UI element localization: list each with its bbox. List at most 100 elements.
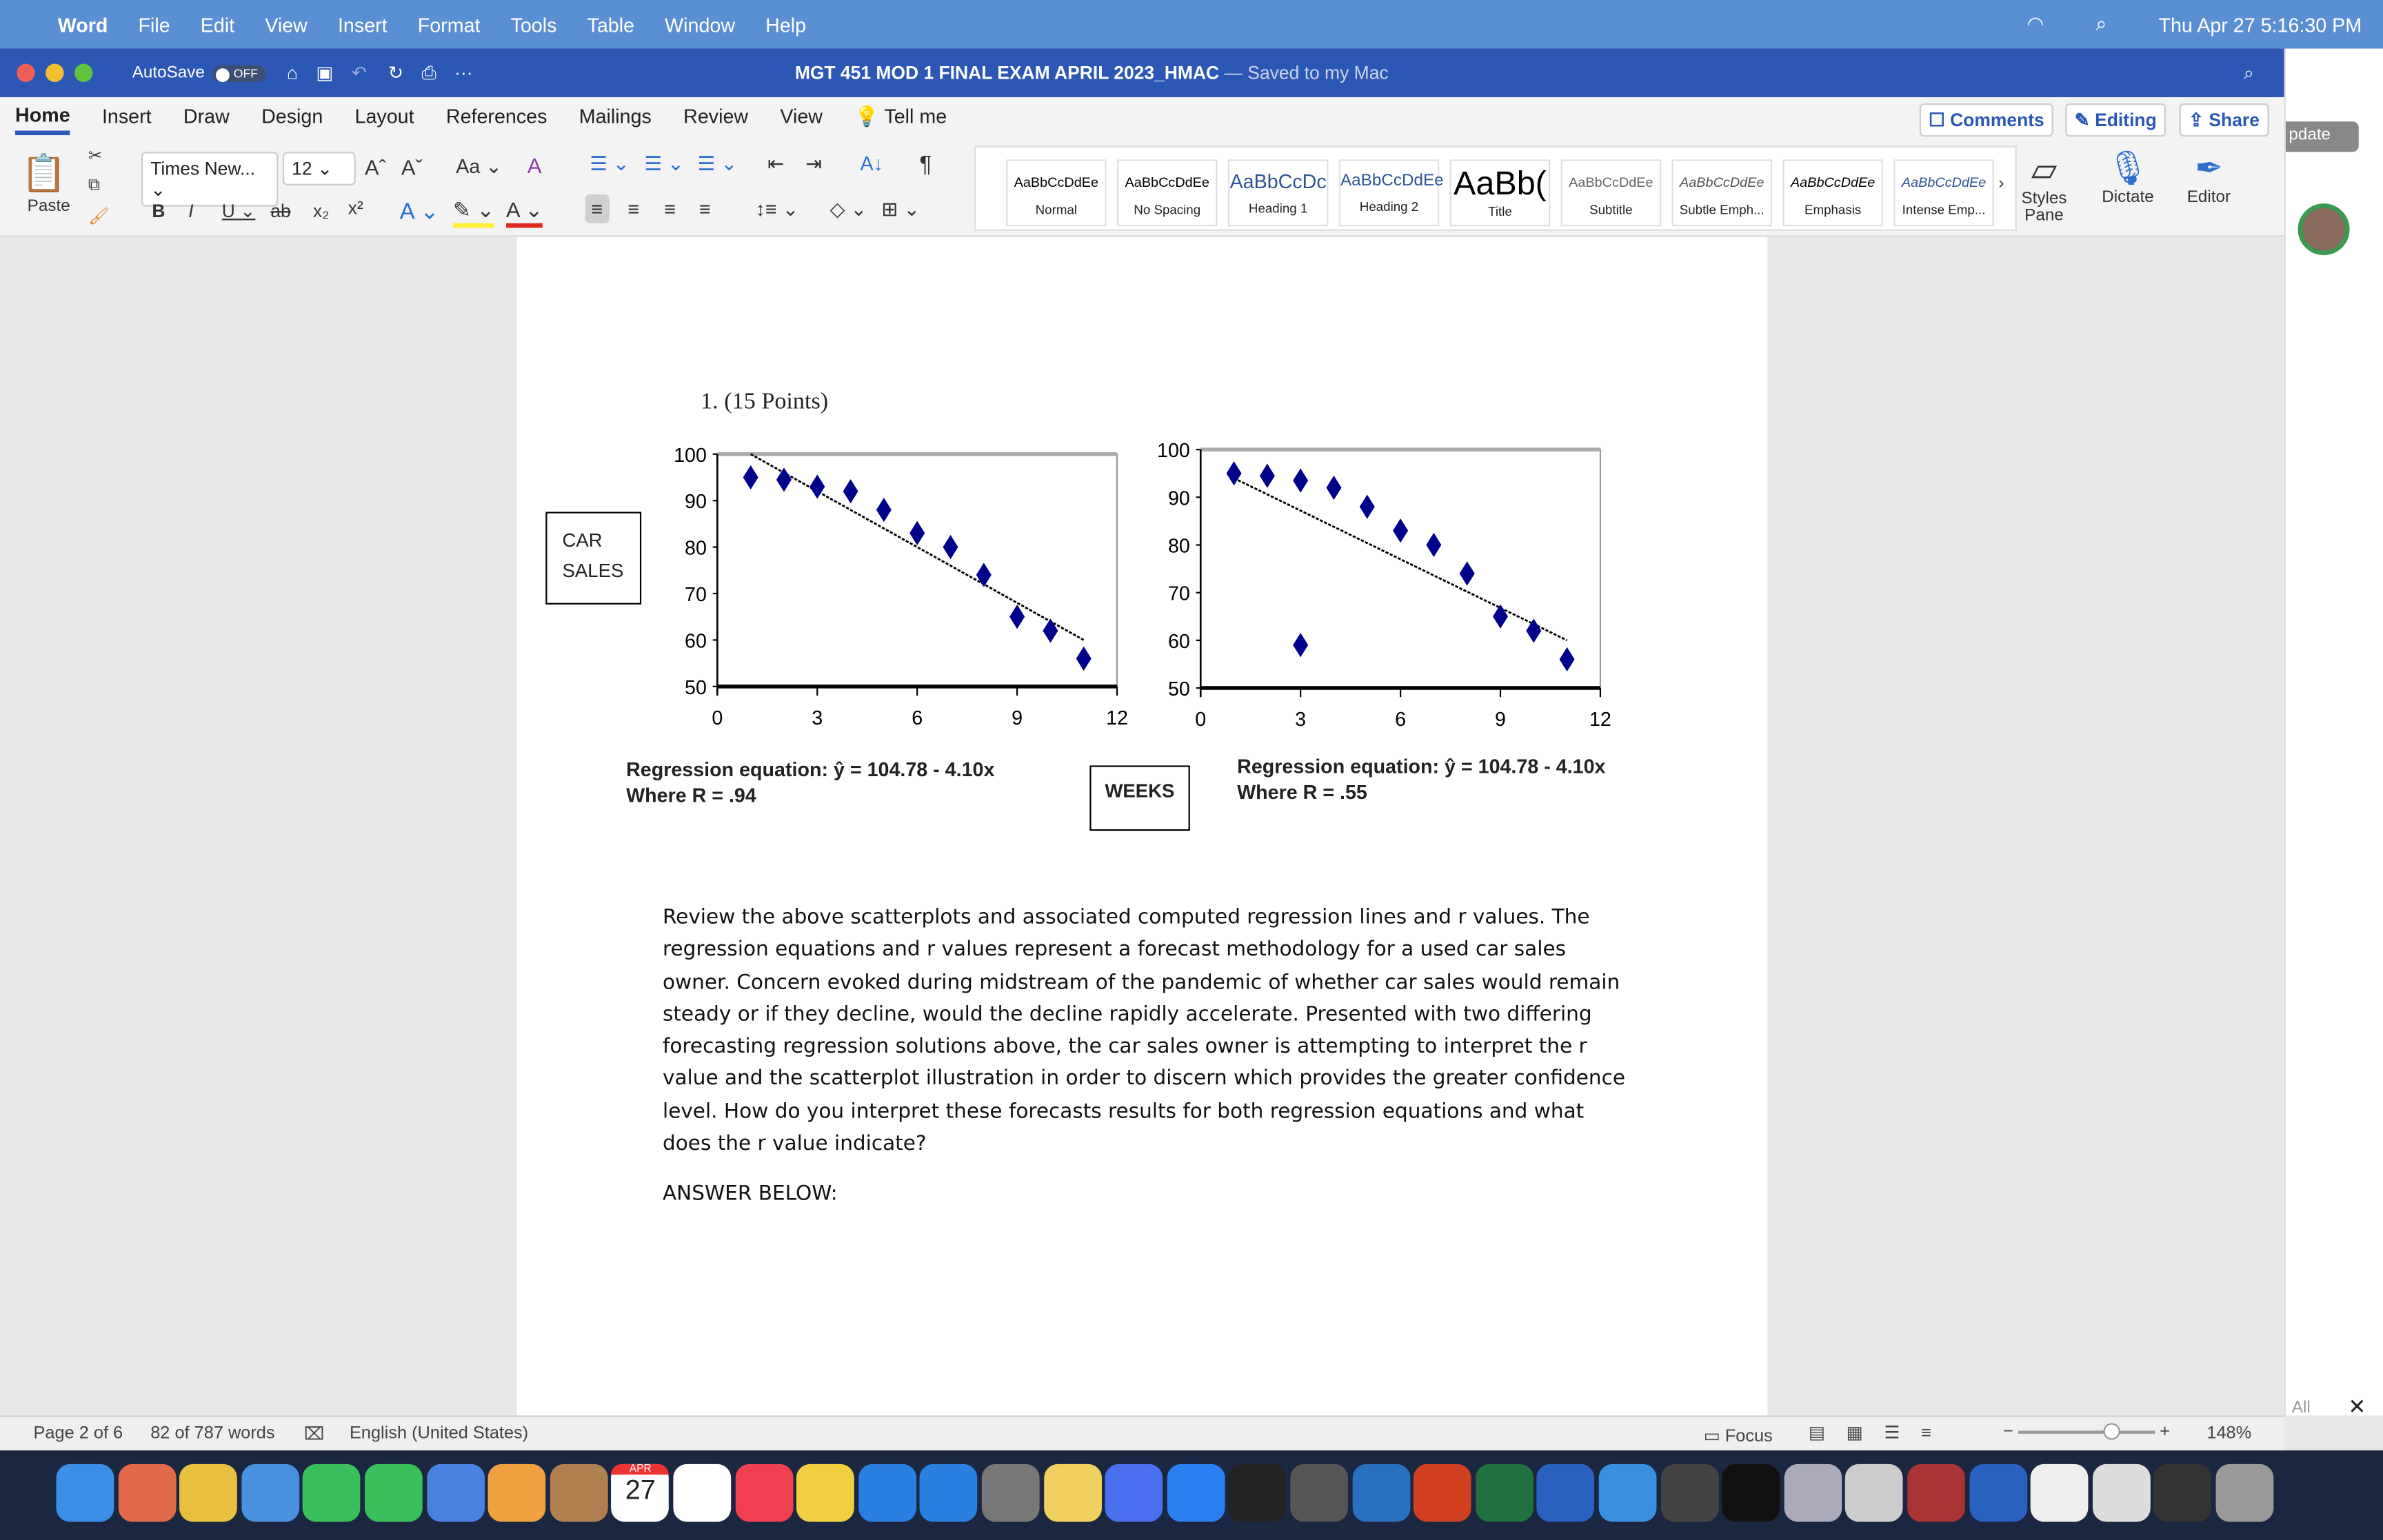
tab-review[interactable]: Review: [683, 105, 748, 132]
font-name-select[interactable]: Times New... ⌄: [141, 152, 279, 207]
tab-home[interactable]: Home: [15, 103, 70, 134]
dock-app-icon[interactable]: [1228, 1463, 1287, 1522]
wifi-icon[interactable]: ◠: [2027, 12, 2044, 37]
style-heading-1[interactable]: AaBbCcDc Heading 1: [1227, 159, 1329, 227]
change-case-button[interactable]: Aa ⌄: [456, 155, 502, 179]
align-left-button[interactable]: ≡: [585, 194, 609, 223]
menu-insert[interactable]: Insert: [338, 13, 388, 36]
language[interactable]: English (United States): [350, 1425, 528, 1443]
menu-table[interactable]: Table: [587, 13, 634, 36]
align-center-button[interactable]: ≡: [627, 197, 639, 220]
copy-icon[interactable]: ⧉: [88, 176, 100, 196]
text-effects-button[interactable]: A ⌄: [400, 197, 439, 225]
dock-app-icon[interactable]: [364, 1463, 423, 1522]
numbering-button[interactable]: ☰ ⌄: [645, 152, 685, 176]
clock[interactable]: Thu Apr 27 5:16:30 PM: [2158, 13, 2362, 36]
document-page[interactable]: 1. (15 Points) CAR SALES WEEKS 50 60 70 80 90…: [516, 236, 1768, 1416]
highlight-button[interactable]: ✎ ⌄: [452, 197, 495, 228]
menu-format[interactable]: Format: [418, 13, 481, 36]
close-window-button[interactable]: [17, 63, 35, 82]
undo-icon[interactable]: ↶: [352, 62, 367, 83]
tab-mailings[interactable]: Mailings: [579, 105, 652, 132]
dock-app-icon[interactable]: [1475, 1463, 1534, 1522]
tell-me[interactable]: 💡 Tell me: [854, 104, 947, 133]
dock-app-icon[interactable]: [303, 1463, 361, 1522]
dock-app-icon[interactable]: [1167, 1463, 1225, 1522]
dock-app-icon[interactable]: [1845, 1463, 1904, 1522]
menu-app[interactable]: Word: [58, 13, 108, 36]
minimize-window-button[interactable]: [46, 63, 64, 82]
save-icon[interactable]: ▣: [316, 62, 333, 83]
multilevel-list-button[interactable]: ☰ ⌄: [698, 152, 738, 176]
dock-app-icon[interactable]: [1290, 1463, 1349, 1522]
close-icon[interactable]: ✕: [2348, 1395, 2366, 1420]
dock-app-icon[interactable]: [858, 1463, 916, 1522]
menu-edit[interactable]: Edit: [201, 13, 234, 36]
justify-button[interactable]: ≡: [699, 197, 711, 220]
autosave-toggle[interactable]: OFF: [212, 64, 266, 81]
bold-button[interactable]: B: [152, 201, 165, 222]
dock-app-icon[interactable]: [2215, 1463, 2274, 1522]
zoom-level[interactable]: 148%: [2206, 1425, 2251, 1443]
zoom-window-button[interactable]: [74, 63, 93, 82]
tab-layout[interactable]: Layout: [355, 105, 414, 132]
avatar[interactable]: [2297, 203, 2350, 256]
update-button[interactable]: pdate: [2285, 121, 2359, 152]
grow-font-icon[interactable]: Aˆ: [365, 155, 386, 179]
dock-app-icon[interactable]: [241, 1463, 299, 1522]
tab-view[interactable]: View: [780, 105, 823, 132]
proofing-icon[interactable]: ⌧: [304, 1423, 324, 1444]
comments-button[interactable]: ☐ Comments: [1919, 103, 2053, 137]
dock-app-icon[interactable]: [1660, 1463, 1718, 1522]
word-count[interactable]: 82 of 787 words: [150, 1425, 274, 1443]
paste-button[interactable]: 📋: [21, 152, 67, 196]
borders-button[interactable]: ⊞ ⌄: [881, 197, 920, 221]
dock-app-icon[interactable]: [981, 1463, 1040, 1522]
shading-button[interactable]: ◇ ⌄: [829, 197, 867, 221]
search-icon[interactable]: ⌕: [2095, 12, 2107, 37]
align-right-button[interactable]: ≡: [664, 197, 676, 220]
dock-app-icon[interactable]: APR 27: [611, 1463, 670, 1522]
menu-window[interactable]: Window: [665, 13, 735, 36]
dock-app-icon[interactable]: [426, 1463, 485, 1522]
tab-design[interactable]: Design: [261, 105, 323, 132]
clear-formatting-icon[interactable]: A: [527, 154, 542, 178]
menu-help[interactable]: Help: [765, 13, 806, 36]
dock-app-icon[interactable]: [56, 1463, 114, 1522]
dock-app-icon[interactable]: [920, 1463, 978, 1522]
dock-app-icon[interactable]: [2031, 1463, 2089, 1522]
dock-app-icon[interactable]: [1043, 1463, 1102, 1522]
dock-app-icon[interactable]: [118, 1463, 176, 1522]
page-count[interactable]: Page 2 of 6: [33, 1425, 123, 1443]
decrease-indent-button[interactable]: ⇤: [767, 152, 784, 176]
view-buttons[interactable]: ▤▦☰≡: [1809, 1421, 1953, 1443]
dictate-button[interactable]: 🎙 Dictate: [2102, 149, 2153, 207]
dock-app-icon[interactable]: [487, 1463, 546, 1522]
bullets-button[interactable]: ☰ ⌄: [590, 152, 630, 176]
styles-pane-button[interactable]: ▱ Styles Pane: [2021, 149, 2067, 225]
dock-app-icon[interactable]: [2154, 1463, 2212, 1522]
dock-app-icon[interactable]: [1537, 1463, 1595, 1522]
dock-app-icon[interactable]: [1907, 1463, 1965, 1522]
superscript-button[interactable]: x²: [348, 197, 363, 219]
dock-app-icon[interactable]: [179, 1463, 238, 1522]
subscript-button[interactable]: x₂: [313, 201, 330, 222]
increase-indent-button[interactable]: ⇥: [805, 152, 822, 176]
style-intense-emphasis[interactable]: AaBbCcDdEe Intense Emp...: [1893, 159, 1994, 227]
dock-app-icon[interactable]: [1969, 1463, 2027, 1522]
zoom-slider[interactable]: − +: [2003, 1423, 2185, 1441]
dock-app-icon[interactable]: [796, 1463, 855, 1522]
dock-app-icon[interactable]: [1722, 1463, 1780, 1522]
dock-app-icon[interactable]: [2092, 1463, 2151, 1522]
dock-app-icon[interactable]: [734, 1463, 793, 1522]
dock-app-icon[interactable]: [1414, 1463, 1471, 1522]
style-subtle-emphasis[interactable]: AaBbCcDdEe Subtle Emph...: [1671, 159, 1772, 227]
format-painter-icon[interactable]: 🖌: [88, 207, 110, 226]
dock-app-icon[interactable]: [1598, 1463, 1657, 1522]
editor-button[interactable]: ✒ Editor: [2187, 149, 2231, 207]
dock-app-icon[interactable]: [673, 1463, 732, 1522]
print-icon[interactable]: ⎙: [421, 61, 436, 84]
dock-app-icon[interactable]: [550, 1463, 608, 1522]
font-size-select[interactable]: 12 ⌄: [282, 152, 356, 185]
style-no-spacing[interactable]: AaBbCcDdEe No Spacing: [1117, 159, 1218, 227]
